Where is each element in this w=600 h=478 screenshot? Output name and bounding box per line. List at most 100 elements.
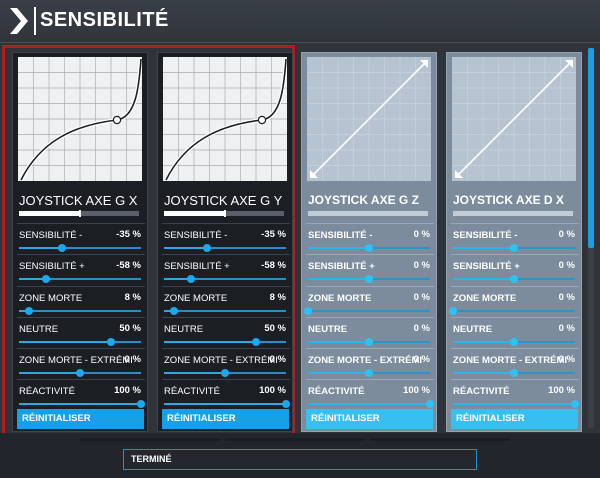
done-button[interactable]: TERMINÉ	[123, 449, 477, 470]
setting-slider[interactable]	[453, 275, 575, 283]
setting-row: ZONE MORTE 0 %	[304, 286, 434, 316]
setting-value: 0 %	[413, 292, 430, 303]
row-divider	[451, 348, 579, 349]
reset-button[interactable]: RÉINITIALISER	[162, 409, 289, 429]
setting-slider[interactable]	[164, 244, 286, 252]
setting-slider[interactable]	[19, 244, 141, 252]
setting-slider[interactable]	[164, 369, 286, 377]
curve-point-marker	[257, 115, 267, 125]
setting-slider[interactable]	[308, 244, 430, 252]
slider-knob[interactable]	[251, 338, 260, 346]
setting-label: SENSIBILITÉ +	[19, 261, 85, 272]
setting-slider[interactable]	[449, 307, 575, 315]
setting-row: SENSIBILITÉ - 0 %	[306, 223, 434, 253]
setting-slider[interactable]	[164, 400, 290, 408]
setting-slider[interactable]	[304, 307, 430, 315]
axis-card[interactable]: JOYSTICK AXE G Z SENSIBILITÉ - 0 % SENSI…	[301, 52, 437, 432]
slider-knob[interactable]	[202, 244, 211, 252]
slider-fill	[308, 372, 369, 374]
setting-slider[interactable]	[453, 244, 575, 252]
axis-card[interactable]: JOYSTICK AXE D X SENSIBILITÉ - 0 % SENSI…	[446, 52, 582, 432]
slider-knob[interactable]	[571, 400, 579, 408]
setting-label: SENSIBILITÉ +	[308, 261, 375, 272]
setting-value: 0 %	[413, 260, 430, 271]
footer-divider	[80, 438, 220, 441]
setting-label: ZONE MORTE	[19, 293, 83, 304]
setting-slider[interactable]	[453, 369, 575, 377]
row-divider	[451, 317, 579, 318]
setting-slider[interactable]	[19, 338, 141, 346]
slider-knob[interactable]	[106, 338, 115, 346]
axis-card[interactable]: JOYSTICK AXE G Y SENSIBILITÉ - -35 % SEN…	[157, 52, 293, 432]
row-divider	[17, 379, 145, 380]
setting-label: SENSIBILITÉ -	[453, 230, 518, 241]
slider-knob[interactable]	[510, 369, 518, 377]
slider-knob[interactable]	[169, 307, 178, 315]
slider-knob[interactable]	[365, 369, 373, 377]
setting-row: ZONE MORTE - EXTRÉMI 0 %	[17, 348, 145, 378]
row-divider	[162, 379, 290, 380]
setting-value: 8 %	[269, 292, 286, 303]
setting-slider[interactable]	[308, 338, 430, 346]
row-divider	[306, 348, 434, 349]
setting-slider[interactable]	[453, 400, 579, 408]
setting-slider[interactable]	[453, 338, 575, 346]
setting-value: 0 %	[413, 323, 430, 334]
row-divider	[17, 348, 145, 349]
slider-knob[interactable]	[57, 244, 66, 252]
slider-knob[interactable]	[449, 307, 457, 315]
setting-label: ZONE MORTE	[308, 293, 372, 304]
setting-label: ZONE MORTE	[164, 293, 228, 304]
reset-button[interactable]: RÉINITIALISER	[17, 409, 144, 429]
slider-fill	[19, 247, 62, 249]
axis-card[interactable]: JOYSTICK AXE G X SENSIBILITÉ - -35 % SEN…	[12, 52, 148, 432]
reset-button[interactable]: RÉINITIALISER	[451, 409, 578, 429]
setting-slider[interactable]	[19, 275, 141, 283]
slider-knob[interactable]	[510, 338, 518, 346]
axis-title: JOYSTICK AXE G Y	[164, 193, 283, 208]
slider-knob[interactable]	[186, 275, 195, 283]
setting-slider[interactable]	[19, 369, 141, 377]
slider-knob[interactable]	[365, 244, 373, 252]
slider-knob[interactable]	[365, 338, 373, 346]
setting-label: RÉACTIVITÉ	[164, 386, 220, 397]
curve-point-marker	[112, 115, 122, 125]
setting-slider[interactable]	[164, 307, 286, 315]
reset-button[interactable]: RÉINITIALISER	[306, 409, 433, 429]
setting-slider[interactable]	[19, 307, 141, 315]
setting-slider[interactable]	[308, 400, 434, 408]
row-divider	[17, 223, 145, 224]
slider-knob[interactable]	[282, 400, 290, 408]
slider-knob[interactable]	[510, 244, 518, 252]
setting-slider[interactable]	[164, 338, 286, 346]
setting-slider[interactable]	[19, 400, 145, 408]
setting-row: RÉACTIVITÉ 100 %	[451, 379, 579, 409]
slider-knob[interactable]	[365, 275, 373, 283]
response-curve-graph	[163, 57, 287, 181]
slider-knob[interactable]	[24, 307, 33, 315]
slider-fill	[453, 403, 575, 405]
slider-knob[interactable]	[510, 275, 518, 283]
setting-slider[interactable]	[308, 275, 430, 283]
axis-input-cursor	[224, 210, 226, 217]
axis-input-bar	[19, 210, 139, 217]
setting-label: NEUTRE	[164, 324, 204, 335]
slider-fill	[19, 341, 111, 343]
setting-row: SENSIBILITÉ - -35 %	[162, 223, 290, 253]
setting-row: ZONE MORTE - EXTRÉMI 0 %	[451, 348, 579, 378]
scrollbar-thumb[interactable]	[588, 48, 594, 248]
slider-knob[interactable]	[137, 400, 145, 408]
slider-knob[interactable]	[41, 275, 50, 283]
back-chevron-icon[interactable]	[8, 6, 30, 36]
slider-knob[interactable]	[76, 369, 84, 377]
setting-slider[interactable]	[164, 275, 286, 283]
slider-knob[interactable]	[426, 400, 434, 408]
axis-input-bar	[164, 210, 284, 217]
setting-value: 0 %	[558, 260, 575, 271]
footer-divider	[225, 438, 365, 441]
slider-knob[interactable]	[221, 369, 229, 377]
setting-slider[interactable]	[308, 369, 430, 377]
slider-fill	[308, 278, 369, 280]
row-divider	[162, 286, 290, 287]
slider-knob[interactable]	[304, 307, 312, 315]
